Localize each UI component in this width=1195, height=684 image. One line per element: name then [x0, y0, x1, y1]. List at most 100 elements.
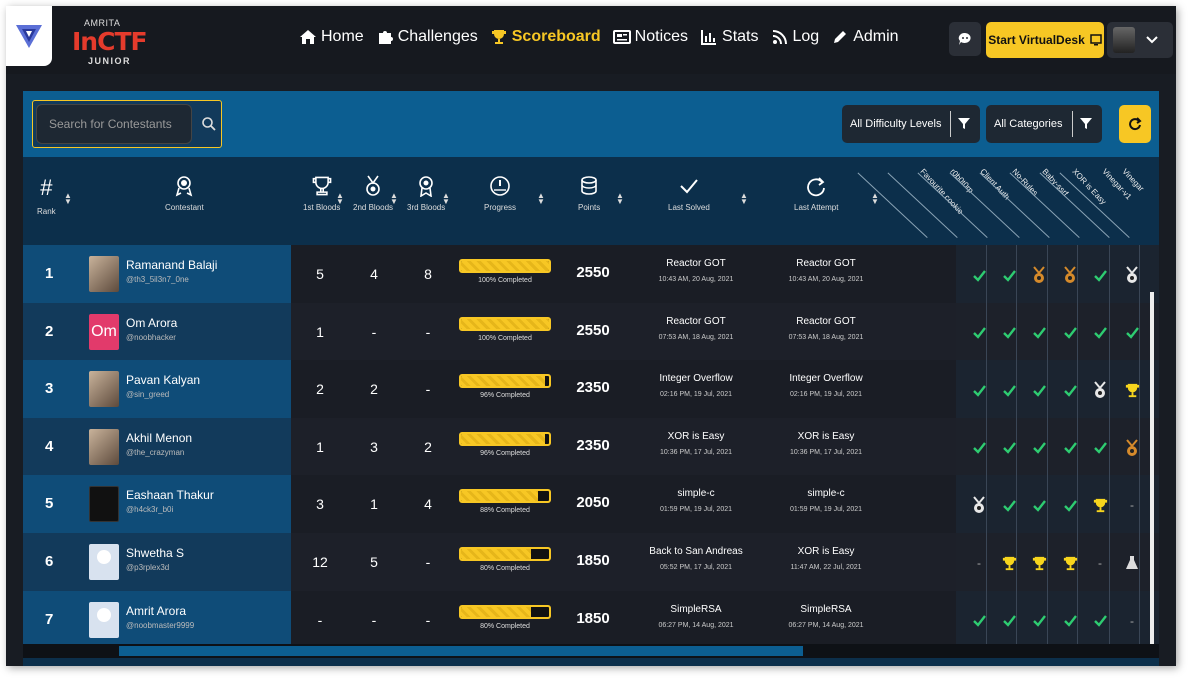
header-points[interactable]: Points: [578, 175, 600, 212]
challenge-status-cell: [1117, 380, 1147, 400]
nav-log-label: Log: [792, 28, 820, 45]
sort-icon[interactable]: ▲ ▼: [616, 192, 624, 206]
sort-icon[interactable]: ▲ ▼: [336, 192, 344, 206]
table-row[interactable]: 1 Ramanand Balaji @th3_5il3n7_0ne 5 4 8 100% C…: [23, 245, 1159, 303]
check-icon: [972, 327, 986, 339]
last-solved-time: 10:43 AM, 20 Aug, 2021: [658, 276, 734, 283]
header-last-attempt[interactable]: Last Attempt: [794, 175, 838, 212]
table-row[interactable]: 5 Eashaan Thakur @h4ck3r_b0i 3 1 4 88% Complet…: [23, 475, 1159, 534]
rank: 2: [45, 322, 54, 340]
contestant-name[interactable]: Om Arora: [126, 316, 177, 330]
header-third-bloods[interactable]: 3rd Bloods: [407, 175, 445, 212]
contestant-handle: @th3_5il3n7_0ne: [126, 275, 189, 284]
header-first-bloods[interactable]: 1st Bloods: [303, 175, 340, 212]
progress-bar: [459, 431, 551, 446]
last-solved: SimpleRSA: [670, 603, 722, 615]
search-icon[interactable]: [201, 116, 217, 132]
contestant-name[interactable]: Pavan Kalyan: [126, 373, 200, 387]
nav-home[interactable]: Home: [299, 28, 364, 46]
nav-notices[interactable]: Notices: [612, 28, 688, 46]
progress-bar: [459, 259, 551, 273]
first-bloods: 5: [316, 266, 324, 282]
last-attempt-time: 11:47 AM, 22 Jul, 2021: [790, 564, 862, 571]
nav-scoreboard[interactable]: Scoreboard: [490, 28, 601, 46]
difficulty-dropdown[interactable]: All Difficulty Levels: [842, 105, 980, 143]
contestant-name[interactable]: Amrit Arora: [126, 604, 186, 618]
last-solved-time: 05:52 PM, 17 Jul, 2021: [660, 564, 732, 571]
second-bloods: -: [371, 611, 377, 628]
challenge-status-cell: [1055, 380, 1085, 400]
dropdown-divider: [950, 111, 951, 137]
last-attempt-time: 10:36 PM, 17 Jul, 2021: [790, 448, 862, 456]
check-icon: [1063, 327, 1077, 339]
sort-icon[interactable]: ▲ ▼: [64, 192, 72, 206]
header-rank[interactable]: # Rank: [37, 175, 56, 216]
header-last-attempt-label: Last Attempt: [794, 203, 839, 212]
contestant-name[interactable]: Eashaan Thakur: [126, 488, 214, 502]
second-bloods: -: [371, 323, 377, 340]
header-progress[interactable]: Progress: [484, 175, 516, 212]
progress-text: 80% Completed: [480, 565, 530, 572]
table-row[interactable]: 4 Akhil Menon @the_crazyman 1 3 2 96% Complete…: [23, 417, 1159, 476]
table-row[interactable]: 2 Om Om Arora @noobhacker 1 - - 100% Completed 2…: [23, 302, 1159, 361]
table-row[interactable]: 3 Pavan Kalyan @sin_greed 2 2 - 96% Completed 2…: [23, 360, 1159, 419]
contestant-name[interactable]: Shwetha S: [126, 546, 184, 560]
hash-icon: #: [40, 175, 53, 200]
sort-icon[interactable]: ▲ ▼: [442, 192, 450, 206]
contestant-name[interactable]: Akhil Menon: [126, 431, 192, 445]
challenge-status-cell: [1024, 495, 1054, 515]
filter-icon: [1080, 118, 1092, 129]
chat-button[interactable]: [949, 22, 981, 56]
nav-stats[interactable]: Stats: [700, 28, 759, 46]
coins-icon: [581, 176, 597, 195]
refresh-button[interactable]: [1119, 105, 1151, 143]
progress-fill: [461, 433, 546, 444]
header-last-solved[interactable]: Last Solved: [668, 175, 710, 212]
sort-icon[interactable]: ▲ ▼: [740, 192, 748, 206]
challenge-header[interactable]: Baby-ssrf: [1040, 167, 1070, 198]
header-second-bloods[interactable]: 2nd Bloods: [353, 175, 393, 212]
pencil-icon: [834, 31, 847, 43]
rank: 5: [45, 495, 54, 513]
rank: 7: [45, 610, 54, 628]
last-attempt: Reactor GOT: [796, 258, 856, 269]
challenge-header-divider: [857, 172, 928, 238]
progress-text: 96% Completed: [480, 392, 530, 400]
sort-icon[interactable]: ▲ ▼: [390, 192, 398, 206]
gauge-icon: [490, 176, 510, 196]
sort-icon[interactable]: ▲ ▼: [871, 192, 879, 206]
user-menu[interactable]: [1107, 22, 1173, 58]
bronze-medal-icon: [1126, 439, 1138, 456]
challenge-status-cell: [1024, 323, 1054, 343]
challenge-status-cell: [1085, 495, 1115, 515]
category-dropdown[interactable]: All Categories: [986, 105, 1102, 143]
nav-challenges[interactable]: Challenges: [376, 28, 478, 46]
check-icon: [1063, 442, 1077, 455]
bronze-medal-icon: [1064, 266, 1076, 283]
nav-log[interactable]: Log: [771, 28, 820, 46]
scrollbar-thumb[interactable]: [119, 646, 803, 656]
table-row[interactable]: 7 Amrit Arora @noobmaster9999 - - - 80% Comple…: [23, 590, 1159, 649]
challenge-status-cell: [964, 380, 994, 400]
sort-icon[interactable]: ▲ ▼: [537, 192, 545, 206]
third-bloods: -: [425, 554, 431, 570]
header-last-solved-label: Last Solved: [668, 203, 710, 212]
chevron-down-icon: [1146, 36, 1158, 44]
contestant-name[interactable]: Ramanand Balaji: [126, 258, 217, 272]
nav-admin[interactable]: Admin: [831, 28, 899, 46]
challenge-header[interactable]: No-Rules: [1010, 167, 1039, 198]
challenge-header[interactable]: r0b0t0rp: [948, 167, 975, 195]
progress-bar: [459, 604, 551, 619]
check-icon: [1032, 384, 1046, 397]
silver-medal-icon: [1094, 381, 1106, 399]
table-row[interactable]: 6 Shwetha S @p3rplex3d 12 5 - 80% Completed 185…: [23, 533, 1159, 591]
vertical-scrollbar[interactable]: [1150, 292, 1154, 644]
horizontal-scrollbar[interactable]: [23, 644, 1159, 658]
start-virtualdesk-button[interactable]: Start VirtualDesk: [986, 22, 1104, 58]
row-stats-bg: [291, 533, 956, 591]
challenge-status-cell: [1055, 611, 1085, 631]
search-input[interactable]: Search for Contestants: [36, 104, 192, 144]
progress-fill: [461, 318, 549, 329]
site-logo[interactable]: [6, 6, 52, 66]
last-solved: Reactor GOT: [666, 315, 726, 327]
